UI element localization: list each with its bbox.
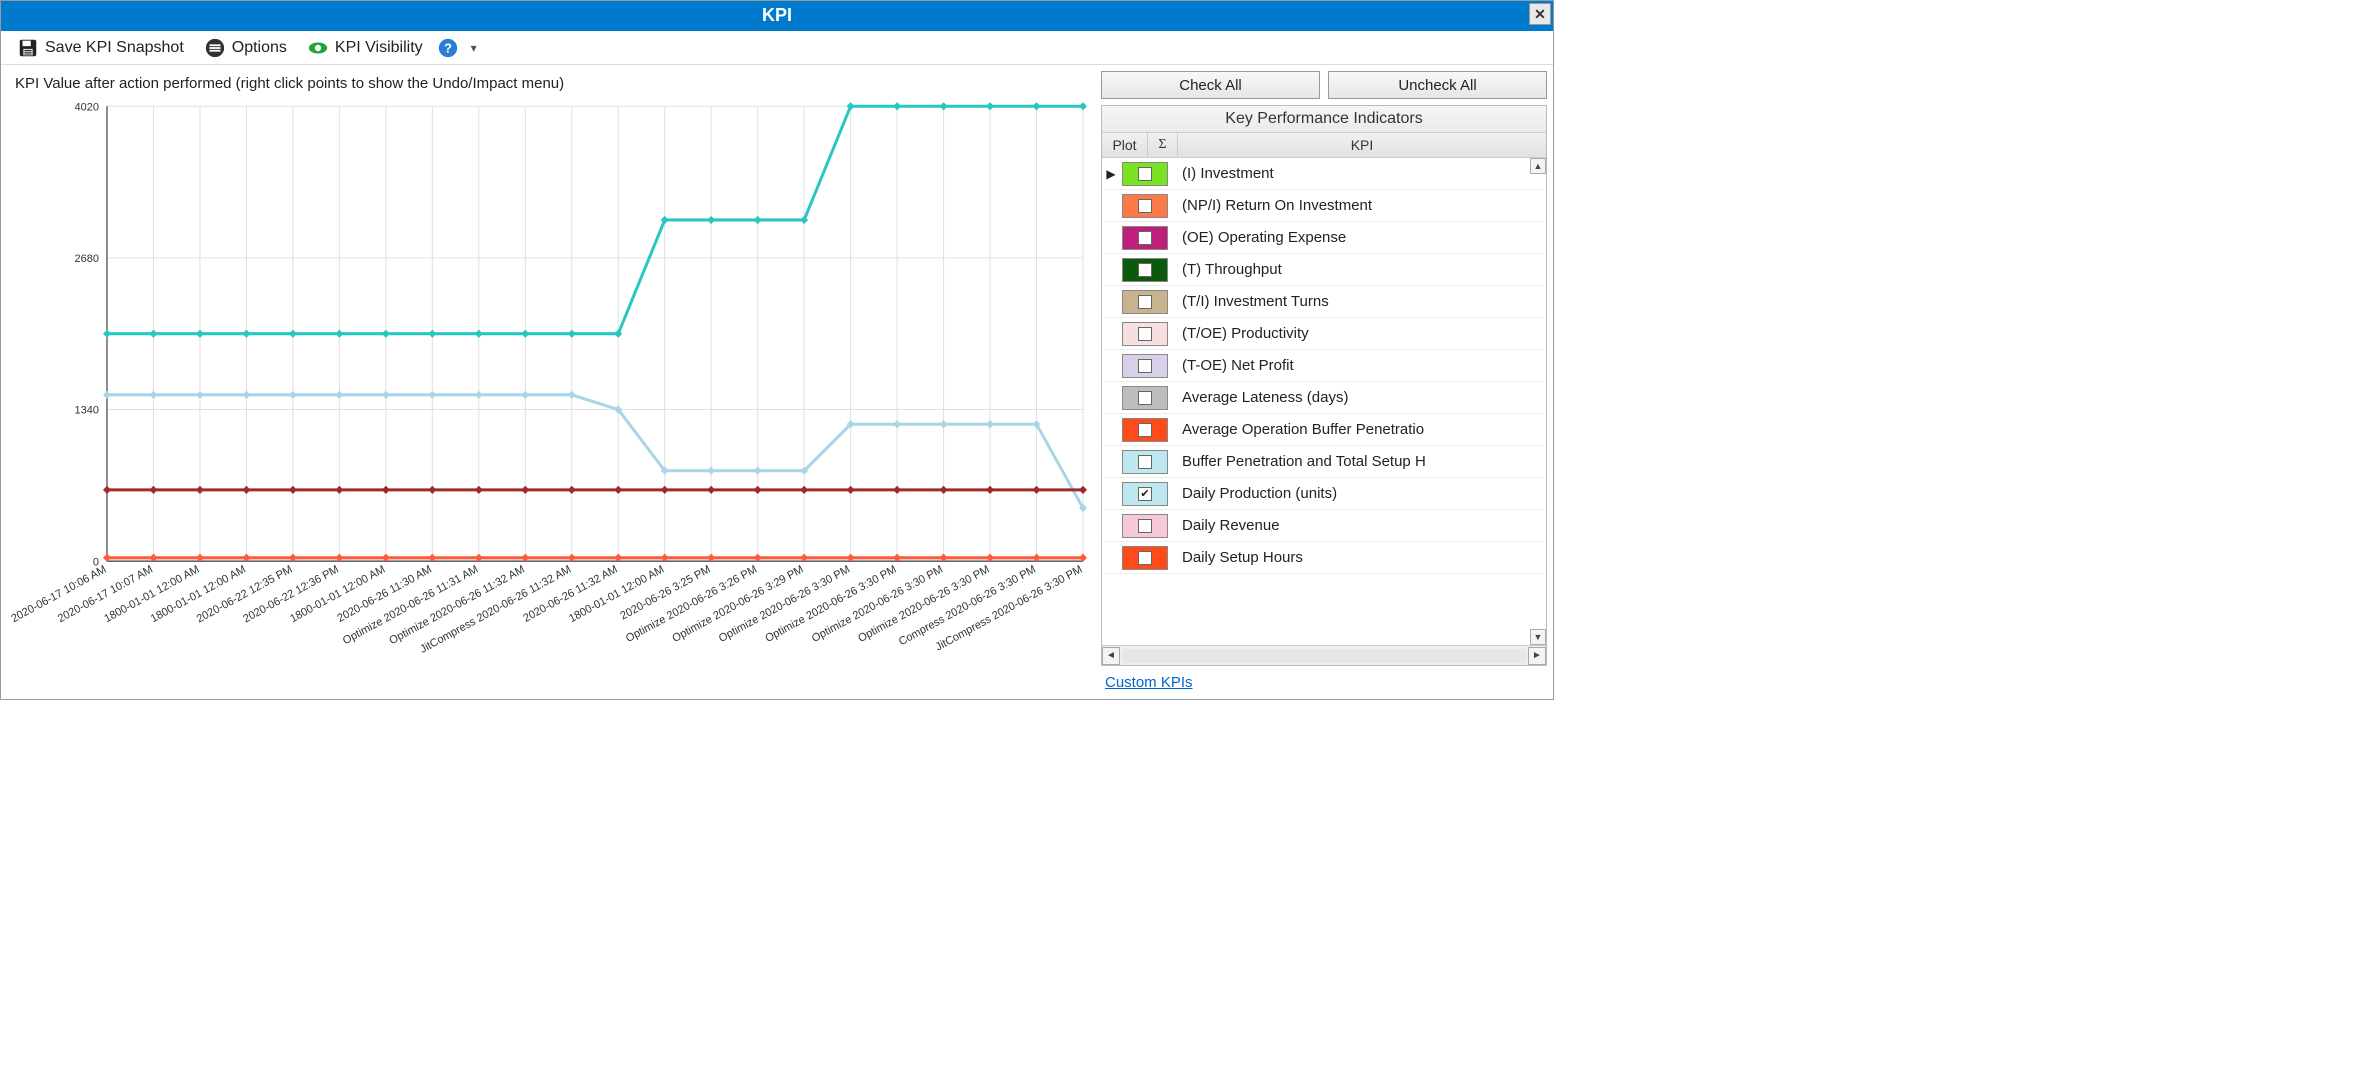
close-button[interactable]: ✕ xyxy=(1529,3,1551,25)
kpi-row[interactable]: Daily Setup Hours xyxy=(1102,542,1546,574)
kpi-swatch[interactable] xyxy=(1122,514,1168,538)
horizontal-scrollbar[interactable]: ◄ ► xyxy=(1102,645,1546,665)
toolbar: Save KPI Snapshot Options KPI Visibility… xyxy=(1,29,1553,65)
kpi-checkbox[interactable] xyxy=(1138,359,1152,373)
kpi-checkbox[interactable] xyxy=(1138,295,1152,309)
kpi-swatch[interactable] xyxy=(1122,418,1168,442)
kpi-label: Daily Setup Hours xyxy=(1168,549,1546,566)
titlebar: KPI ✕ xyxy=(1,1,1553,29)
scroll-left-icon[interactable]: ◄ xyxy=(1102,647,1120,665)
svg-text:?: ? xyxy=(444,40,452,55)
uncheck-all-button[interactable]: Uncheck All xyxy=(1328,71,1547,99)
kpi-label: (NP/I) Return On Investment xyxy=(1168,197,1546,214)
kpi-swatch[interactable] xyxy=(1122,386,1168,410)
kpi-checkbox[interactable]: ✔ xyxy=(1138,487,1152,501)
kpi-visibility-button[interactable]: KPI Visibility xyxy=(301,34,429,62)
kpi-checkbox[interactable] xyxy=(1138,423,1152,437)
kpi-row[interactable]: ✔ Daily Production (units) xyxy=(1102,478,1546,510)
save-label: Save KPI Snapshot xyxy=(45,39,184,57)
kpi-label: Daily Production (units) xyxy=(1168,485,1546,502)
col-plot[interactable]: Plot xyxy=(1102,133,1148,157)
kpi-swatch[interactable] xyxy=(1122,546,1168,570)
kpi-row[interactable]: Daily Revenue xyxy=(1102,510,1546,542)
kpi-swatch[interactable] xyxy=(1122,450,1168,474)
kpi-label: Average Lateness (days) xyxy=(1168,389,1546,406)
kpi-row[interactable]: ▶ (I) Investment xyxy=(1102,158,1546,190)
eye-icon xyxy=(307,37,329,59)
kpi-row[interactable]: Average Lateness (days) xyxy=(1102,382,1546,414)
kpi-row[interactable]: (T/OE) Productivity xyxy=(1102,318,1546,350)
side-pane: Check All Uncheck All Key Performance In… xyxy=(1101,65,1553,699)
chart-area[interactable]: 01340268040202020-06-17 10:06 AM2020-06-… xyxy=(7,98,1097,695)
kpi-swatch[interactable] xyxy=(1122,322,1168,346)
kpi-checkbox[interactable] xyxy=(1138,263,1152,277)
kpi-row[interactable]: Buffer Penetration and Total Setup H xyxy=(1102,446,1546,478)
visibility-label: KPI Visibility xyxy=(335,39,423,57)
check-all-button[interactable]: Check All xyxy=(1101,71,1320,99)
svg-text:1340: 1340 xyxy=(75,405,99,417)
kpi-group: Key Performance Indicators Plot Σ KPI ▶ (… xyxy=(1101,105,1547,666)
kpi-checkbox[interactable] xyxy=(1138,167,1152,181)
scroll-up-icon[interactable]: ▲ xyxy=(1530,158,1546,174)
kpi-label: (I) Investment xyxy=(1168,165,1546,182)
kpi-checkbox[interactable] xyxy=(1138,199,1152,213)
svg-text:4020: 4020 xyxy=(75,101,99,113)
options-button[interactable]: Options xyxy=(198,34,293,62)
kpi-label: (T-OE) Net Profit xyxy=(1168,357,1546,374)
kpi-row[interactable]: (OE) Operating Expense xyxy=(1102,222,1546,254)
kpi-swatch[interactable] xyxy=(1122,194,1168,218)
kpi-checkbox[interactable] xyxy=(1138,551,1152,565)
kpi-label: Buffer Penetration and Total Setup H xyxy=(1168,453,1546,470)
kpi-row[interactable]: (T/I) Investment Turns xyxy=(1102,286,1546,318)
kpi-row[interactable]: (NP/I) Return On Investment xyxy=(1102,190,1546,222)
custom-kpis-link[interactable]: Custom KPIs xyxy=(1101,666,1547,693)
kpi-row[interactable]: Average Operation Buffer Penetratio xyxy=(1102,414,1546,446)
svg-text:2680: 2680 xyxy=(75,253,99,265)
vertical-scrollbar[interactable]: ▲ ▼ xyxy=(1530,158,1546,645)
kpi-rows[interactable]: ▶ (I) Investment (NP/I) Return On Investme… xyxy=(1102,158,1546,645)
save-snapshot-button[interactable]: Save KPI Snapshot xyxy=(11,34,190,62)
kpi-header: Plot Σ KPI xyxy=(1102,132,1546,158)
chart-pane: KPI Value after action performed (right … xyxy=(1,65,1101,699)
kpi-group-title: Key Performance Indicators xyxy=(1102,106,1546,132)
close-icon: ✕ xyxy=(1534,6,1546,23)
kpi-label: Average Operation Buffer Penetratio xyxy=(1168,421,1546,438)
kpi-label: (T) Throughput xyxy=(1168,261,1546,278)
scroll-right-icon[interactable]: ► xyxy=(1528,647,1546,665)
chart-caption: KPI Value after action performed (right … xyxy=(7,71,1097,98)
kpi-label: (T/OE) Productivity xyxy=(1168,325,1546,342)
kpi-label: (T/I) Investment Turns xyxy=(1168,293,1546,310)
toolbar-overflow[interactable]: ▾ xyxy=(467,41,481,55)
kpi-swatch[interactable] xyxy=(1122,226,1168,250)
scroll-track[interactable] xyxy=(1122,649,1526,663)
kpi-swatch[interactable] xyxy=(1122,290,1168,314)
kpi-checkbox[interactable] xyxy=(1138,455,1152,469)
row-cursor-icon: ▶ xyxy=(1102,167,1120,181)
col-sigma[interactable]: Σ xyxy=(1148,133,1178,157)
kpi-checkbox[interactable] xyxy=(1138,327,1152,341)
kpi-row[interactable]: (T-OE) Net Profit xyxy=(1102,350,1546,382)
scroll-down-icon[interactable]: ▼ xyxy=(1530,629,1546,645)
kpi-swatch[interactable] xyxy=(1122,258,1168,282)
kpi-swatch[interactable] xyxy=(1122,354,1168,378)
options-label: Options xyxy=(232,39,287,57)
kpi-label: Daily Revenue xyxy=(1168,517,1546,534)
col-kpi[interactable]: KPI xyxy=(1178,133,1546,157)
window-title: KPI xyxy=(762,5,792,26)
kpi-row[interactable]: (T) Throughput xyxy=(1102,254,1546,286)
kpi-checkbox[interactable] xyxy=(1138,391,1152,405)
help-icon[interactable]: ? xyxy=(437,37,459,59)
hamburger-icon xyxy=(204,37,226,59)
kpi-label: (OE) Operating Expense xyxy=(1168,229,1546,246)
save-icon xyxy=(17,37,39,59)
kpi-checkbox[interactable] xyxy=(1138,231,1152,245)
kpi-swatch[interactable] xyxy=(1122,162,1168,186)
kpi-checkbox[interactable] xyxy=(1138,519,1152,533)
kpi-swatch[interactable]: ✔ xyxy=(1122,482,1168,506)
